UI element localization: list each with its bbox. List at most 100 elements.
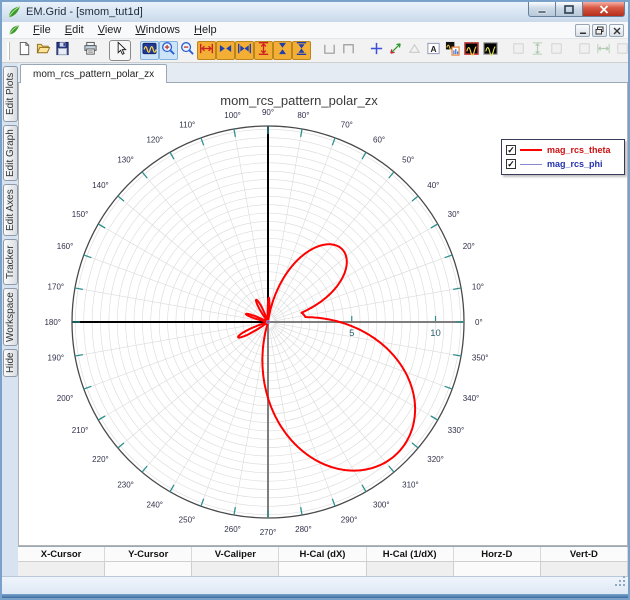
zoom-in-button[interactable] [159, 41, 178, 60]
app-logo-icon [7, 5, 21, 19]
waveform-red-icon [464, 41, 479, 61]
readout-value-cell [454, 562, 541, 576]
legend-entry-mag_rcs_theta: ✓ mag_rcs_theta [506, 143, 620, 157]
readout-value-cell [279, 562, 366, 576]
axes-tool-button[interactable] [386, 41, 405, 60]
histogram-view-button[interactable] [443, 41, 462, 60]
toolbar: ALayou [2, 39, 628, 63]
fit-waveform-button[interactable] [140, 41, 159, 60]
svg-text:110°: 110° [179, 120, 195, 129]
open-file-icon [36, 41, 51, 61]
legend-checkbox-mag_rcs_theta[interactable]: ✓ [506, 145, 516, 155]
svg-text:340°: 340° [463, 394, 480, 403]
svg-text:170°: 170° [48, 283, 65, 292]
menu-file[interactable]: File [26, 23, 58, 37]
readout-header-v-caliper: V-Caliper [192, 547, 279, 561]
text-label-button[interactable]: A [424, 41, 443, 60]
expand-x-icon [199, 41, 214, 61]
minimize-button[interactable] [528, 2, 556, 17]
h-caliper-arrows-button [594, 41, 613, 60]
v-caliper-a-button [509, 41, 528, 60]
readout-value-row [18, 561, 628, 576]
svg-text:200°: 200° [57, 394, 74, 403]
svg-text:5: 5 [349, 328, 354, 339]
box-bottom-button[interactable] [320, 41, 339, 60]
h-caliper-b-button [613, 41, 628, 60]
document-icon [8, 24, 20, 36]
svg-text:290°: 290° [341, 516, 358, 525]
sidebar-tab-edit-plots[interactable]: Edit Plots [3, 66, 18, 122]
toolbar-grip[interactable] [7, 42, 10, 60]
crosshair-button[interactable] [367, 41, 386, 60]
zoom-out-icon [180, 41, 195, 61]
fit-y-button[interactable] [292, 41, 311, 60]
zoom-out-button[interactable] [178, 41, 197, 60]
h-caliper-a-icon [577, 41, 592, 61]
svg-text:280°: 280° [295, 525, 312, 534]
legend-checkbox-mag_rcs_phi[interactable]: ✓ [506, 159, 516, 169]
save-file-button[interactable] [53, 41, 72, 60]
svg-text:90°: 90° [262, 108, 274, 117]
menu-view[interactable]: View [91, 23, 129, 37]
readout-header-h-cal-1-dx-: H-Cal (1/dX) [367, 547, 454, 561]
menu-help[interactable]: Help [187, 23, 224, 37]
svg-text:300°: 300° [373, 501, 390, 510]
sidebar-tab-edit-graph[interactable]: Edit Graph [3, 125, 18, 181]
sidebar-tab-tracker[interactable]: Tracker [3, 239, 18, 285]
shrink-x-icon [218, 41, 233, 61]
new-file-button[interactable] [15, 41, 34, 60]
svg-text:210°: 210° [72, 426, 89, 435]
v-caliper-b-icon [549, 41, 564, 61]
svg-text:80°: 80° [297, 111, 309, 120]
svg-text:20°: 20° [463, 242, 475, 251]
v-caliper-arrows-button [528, 41, 547, 60]
sidebar-tab-workspace[interactable]: Workspace [3, 288, 18, 346]
resize-grip[interactable] [614, 574, 626, 592]
svg-text:220°: 220° [92, 455, 109, 464]
svg-text:120°: 120° [146, 135, 163, 144]
readout-header-y-cursor: Y-Cursor [105, 547, 192, 561]
v-caliper-b-button [547, 41, 566, 60]
expand-y-button[interactable] [254, 41, 273, 60]
menu-windows[interactable]: Windows [128, 23, 187, 37]
mdi-restore-button[interactable] [592, 24, 607, 37]
print-button[interactable] [81, 41, 100, 60]
shrink-y-button[interactable] [273, 41, 292, 60]
h-caliper-arrows-icon [596, 41, 611, 61]
menu-items: FileEditViewWindowsHelp [26, 24, 224, 36]
app-window: EM.Grid - [smom_tut1d] FileEditViewWindo… [0, 0, 630, 600]
maximize-button[interactable] [556, 2, 583, 17]
tab-mom-rcs-pattern-polar-zx[interactable]: mom_rcs_pattern_polar_zx [20, 64, 167, 83]
shrink-x-button[interactable] [216, 41, 235, 60]
window-title: EM.Grid - [smom_tut1d] [26, 6, 143, 18]
pointer-tool-button[interactable] [109, 40, 131, 61]
open-file-button[interactable] [34, 41, 53, 60]
legend-line-sample [520, 164, 542, 165]
readout-header-h-cal-dx-: H-Cal (dX) [279, 547, 366, 561]
shrink-y-icon [275, 41, 290, 61]
menu-edit[interactable]: Edit [58, 23, 91, 37]
legend: ✓mag_rcs_theta✓mag_rcs_phi [501, 139, 625, 175]
svg-text:240°: 240° [146, 501, 163, 510]
mdi-close-button[interactable] [609, 24, 624, 37]
sidebar-tab-hide[interactable]: Hide [3, 349, 18, 377]
svg-text:10°: 10° [472, 283, 484, 292]
title-bar[interactable]: EM.Grid - [smom_tut1d] [2, 2, 628, 22]
pointer-tool-icon [113, 41, 128, 61]
fit-x-button[interactable] [235, 41, 254, 60]
svg-text:320°: 320° [427, 455, 444, 464]
waveform-dark-button[interactable] [481, 41, 500, 60]
box-bottom-icon [322, 41, 337, 61]
histogram-view-icon [445, 41, 460, 61]
legend-label: mag_rcs_theta [547, 145, 611, 155]
save-file-icon [55, 41, 70, 61]
box-top-button[interactable] [339, 41, 358, 60]
svg-text:180°: 180° [44, 318, 61, 327]
close-button[interactable] [583, 2, 625, 17]
sidebar-tab-edit-axes[interactable]: Edit Axes [3, 184, 18, 236]
zoom-in-icon [161, 41, 176, 61]
expand-x-button[interactable] [197, 41, 216, 60]
window-bottom-border [2, 594, 628, 598]
mdi-minimize-button[interactable] [575, 24, 590, 37]
waveform-red-button[interactable] [462, 41, 481, 60]
